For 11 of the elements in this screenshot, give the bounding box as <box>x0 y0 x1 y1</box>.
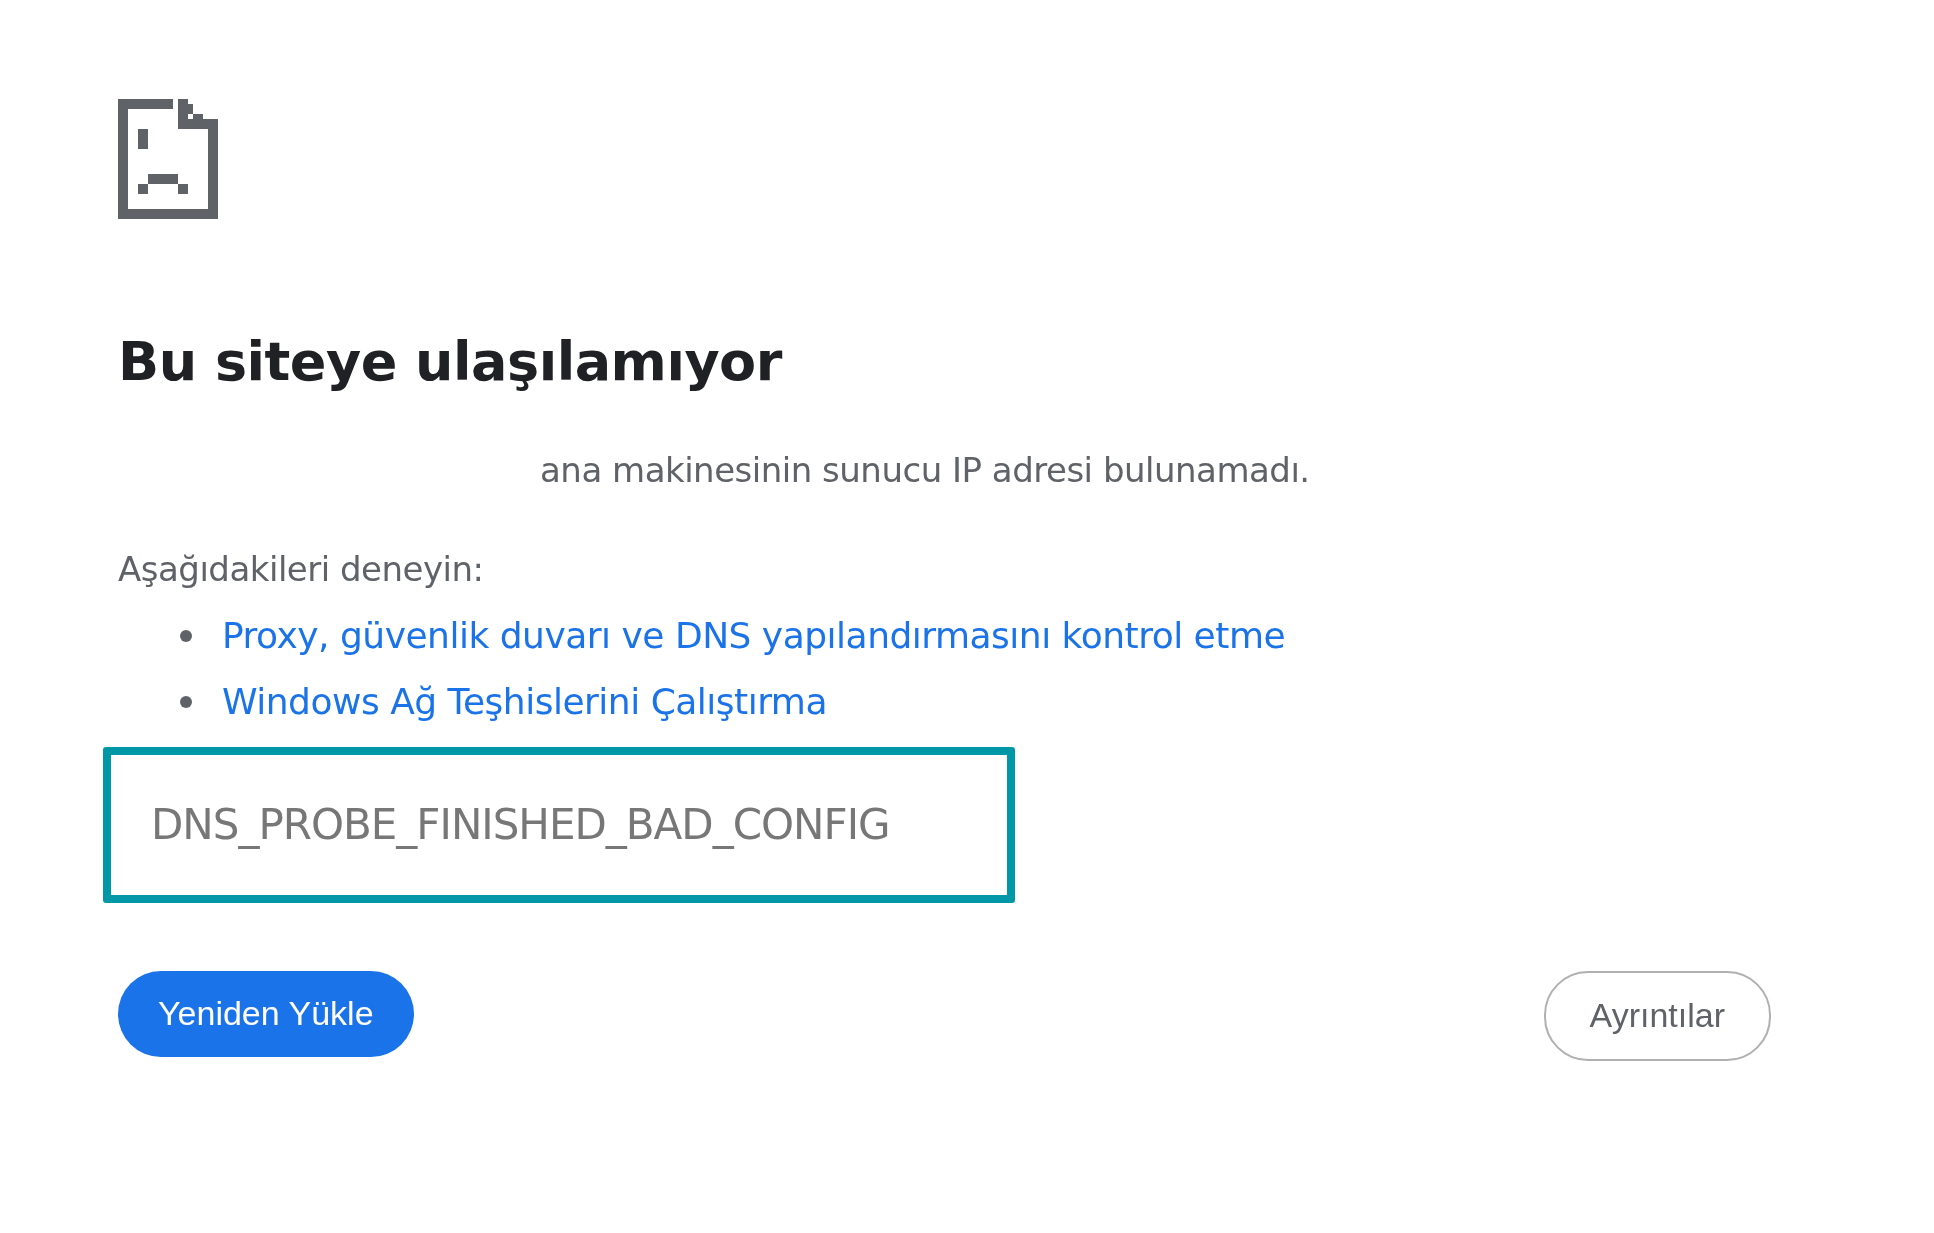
reload-button[interactable]: Yeniden Yükle <box>118 970 414 1057</box>
suggestions-label: Aşağıdakileri deneyin: <box>118 547 485 591</box>
suggestion-link[interactable]: Proxy, güvenlik duvarı ve DNS yapılandırmasını kontrol etme <box>222 608 1286 663</box>
details-button[interactable]: Ayrıntılar <box>1543 970 1771 1061</box>
error-message: ana makinesinin sunucu IP adresi bulunamadı. <box>540 448 1311 492</box>
suggestion-link[interactable]: Windows Ağ Teşhislerini Çalıştırma <box>222 674 827 729</box>
page-heading: Bu siteye ulaşılamıyor <box>118 330 784 395</box>
sad-page-icon <box>118 98 218 220</box>
bullet-icon <box>180 629 192 642</box>
error-code: DNS_PROBE_FINISHED_BAD_CONFIG <box>151 799 890 852</box>
bullet-icon <box>180 695 192 708</box>
